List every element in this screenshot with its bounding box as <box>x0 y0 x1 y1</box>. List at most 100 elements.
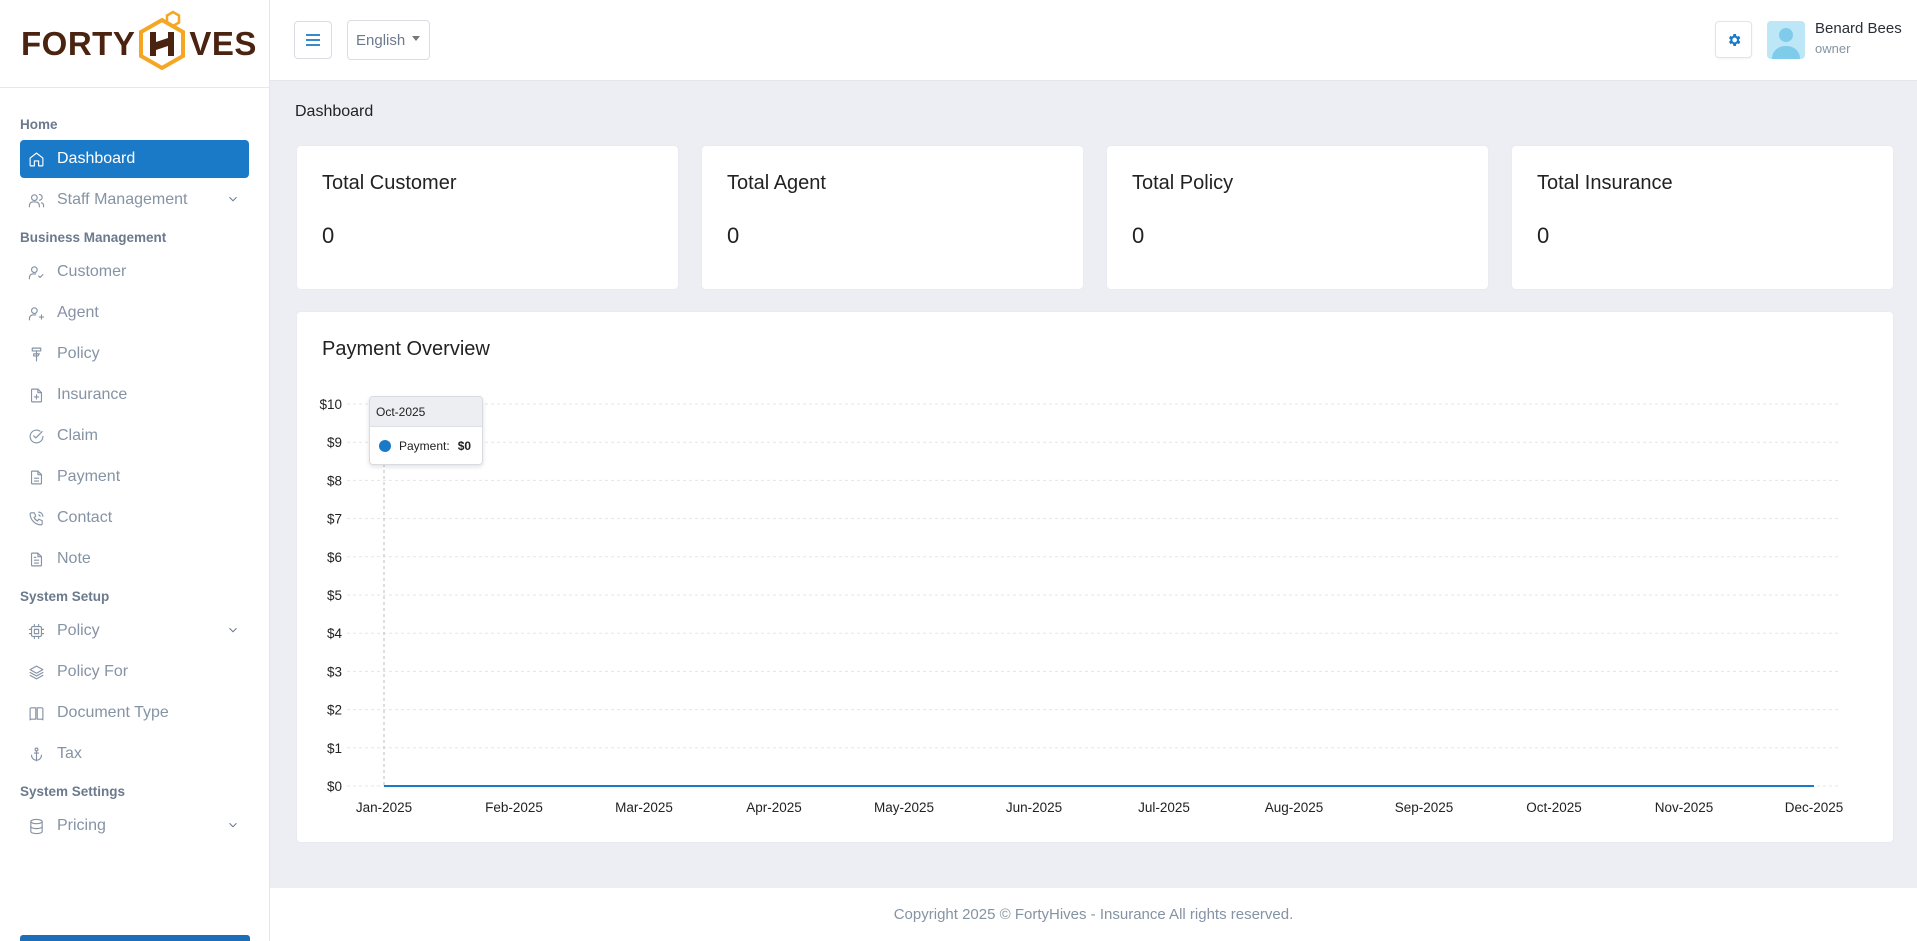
y-tick-label: $6 <box>327 550 342 565</box>
payment-overview-card: Payment Overview $0 $1 $2 $3 $4 $5 $6 $7 $8 $9 $10… <box>297 312 1893 842</box>
copyright-text: Copyright 2025 © FortyHives - Insurance … <box>893 906 1294 923</box>
x-tick-label: Dec-2025 <box>1785 800 1844 815</box>
sidebar-item-setup-policy[interactable]: Policy <box>20 612 249 650</box>
y-tick-label: $2 <box>327 703 342 718</box>
stat-title: Total Customer <box>322 172 457 194</box>
file-icon <box>27 468 45 486</box>
x-tick-label: Aug-2025 <box>1265 800 1324 815</box>
avatar-person-icon <box>1772 28 1800 59</box>
tooltip-body: Payment: $0 <box>370 427 482 464</box>
caret-down-icon <box>412 36 420 41</box>
sidebar-item-contact[interactable]: Contact <box>20 499 249 537</box>
sidebar-item-label: Agent <box>57 304 99 321</box>
sidebar-toggle-button[interactable] <box>294 21 332 59</box>
nav-section-home: Home <box>20 117 58 132</box>
user-name[interactable]: Benard Bees <box>1815 20 1902 37</box>
sidebar-item-agent[interactable]: Agent <box>20 294 249 332</box>
user-plus-icon <box>27 304 45 322</box>
sidebar-item-payment[interactable]: Payment <box>20 458 249 496</box>
sidebar-item-customer[interactable]: Customer <box>20 253 249 291</box>
x-tick-label: Feb-2025 <box>485 800 543 815</box>
sidebar-item-staff-management[interactable]: Staff Management <box>20 181 249 219</box>
sidebar-item-note[interactable]: Note <box>20 540 249 578</box>
series-dot-icon <box>379 440 391 452</box>
chevron-down-icon <box>226 623 240 637</box>
policy-icon <box>27 345 45 363</box>
sidebar-item-label: Note <box>57 550 91 567</box>
logo-text-right: VES <box>189 24 257 62</box>
sidebar-item-label: Policy <box>57 622 100 639</box>
nav-section-system-settings: System Settings <box>20 784 126 799</box>
sidebar-item-tax[interactable]: Tax <box>20 735 249 773</box>
sidebar-item-insurance[interactable]: Insurance <box>20 376 249 414</box>
x-tick-label: Oct-2025 <box>1526 800 1582 815</box>
tooltip-series-label: Payment: <box>399 439 450 453</box>
anchor-icon <box>27 745 45 763</box>
stat-value: 0 <box>727 223 740 248</box>
x-tick-label: Mar-2025 <box>615 800 673 815</box>
hamburger-menu-icon <box>306 34 320 46</box>
sidebar: FORTY VES Home Dashboard Staff Managemen… <box>0 0 270 941</box>
y-tick-label: $10 <box>319 397 342 412</box>
logo-text: FORTY VES <box>21 10 257 76</box>
sidebar-item-document-type[interactable]: Document Type <box>20 694 249 732</box>
user-avatar[interactable] <box>1767 21 1805 59</box>
sidebar-item-label: Policy <box>57 345 100 362</box>
y-tick-label: $3 <box>327 664 342 679</box>
stat-card-total-insurance: Total Insurance 0 <box>1512 146 1893 289</box>
sidebar-item-dashboard[interactable]: Dashboard <box>20 140 249 178</box>
x-tick-label: Jun-2025 <box>1006 800 1062 815</box>
y-tick-label: $1 <box>327 741 342 756</box>
file-plus-icon <box>27 386 45 404</box>
sidebar-item-label: Payment <box>57 468 121 485</box>
language-dropdown[interactable]: English <box>347 20 430 60</box>
sidebar-item-policy-for[interactable]: Policy For <box>20 653 249 691</box>
phone-icon <box>27 509 45 527</box>
logo-text-left: FORTY <box>21 24 136 62</box>
layers-icon <box>27 663 45 681</box>
stat-value: 0 <box>1132 223 1145 248</box>
sidebar-item-label: Policy For <box>57 663 129 680</box>
x-tick-label: Sep-2025 <box>1395 800 1454 815</box>
y-tick-label: $8 <box>327 473 342 488</box>
sidebar-item-pricing[interactable]: Pricing <box>20 807 249 845</box>
stat-title: Total Insurance <box>1537 172 1673 194</box>
circle-check-icon <box>27 427 45 445</box>
y-tick-label: $4 <box>327 626 343 641</box>
stat-title: Total Agent <box>727 172 826 194</box>
tooltip-month: Oct-2025 <box>370 397 482 427</box>
stat-value: 0 <box>1537 223 1550 248</box>
hexagon-logo-icon <box>137 10 187 74</box>
sidebar-item-label: Pricing <box>57 817 106 834</box>
sidebar-scroll-indicator <box>20 935 250 941</box>
sidebar-item-label: Insurance <box>57 386 128 403</box>
y-tick-label: $0 <box>327 779 342 794</box>
sidebar-nav: Home Dashboard Staff Management Business… <box>0 88 269 845</box>
users-icon <box>27 191 45 209</box>
chevron-down-icon <box>226 818 240 832</box>
breadcrumb: Dashboard <box>295 103 374 120</box>
stat-card-total-customer: Total Customer 0 <box>297 146 678 289</box>
sidebar-item-label: Contact <box>57 509 113 526</box>
sidebar-item-label: Tax <box>57 745 82 762</box>
home-icon <box>27 150 45 168</box>
book-icon <box>27 704 45 722</box>
sidebar-item-claim[interactable]: Claim <box>20 417 249 455</box>
tooltip-value: $0 <box>457 439 472 453</box>
user-check-icon <box>27 263 45 281</box>
x-tick-label: Apr-2025 <box>746 800 802 815</box>
chart-tooltip: Oct-2025 Payment: $0 <box>369 396 483 465</box>
stat-value: 0 <box>322 223 335 248</box>
y-tick-label: $7 <box>327 512 342 527</box>
chevron-down-icon <box>226 192 240 206</box>
sidebar-item-policy[interactable]: Policy <box>20 335 249 373</box>
top-header: English Benard Bees owner <box>270 0 1917 81</box>
payment-chart[interactable]: $0 $1 $2 $3 $4 $5 $6 $7 $8 $9 $10 Jan-2025 Feb-2025 M… <box>297 312 1893 842</box>
nav-section-business-management: Business Management <box>20 230 167 245</box>
x-tick-label: Nov-2025 <box>1655 800 1714 815</box>
brand-logo[interactable]: FORTY VES <box>0 0 269 88</box>
sidebar-item-label: Claim <box>57 427 98 444</box>
x-tick-label: May-2025 <box>874 800 934 815</box>
cpu-icon <box>27 622 45 640</box>
settings-button[interactable] <box>1715 21 1752 58</box>
